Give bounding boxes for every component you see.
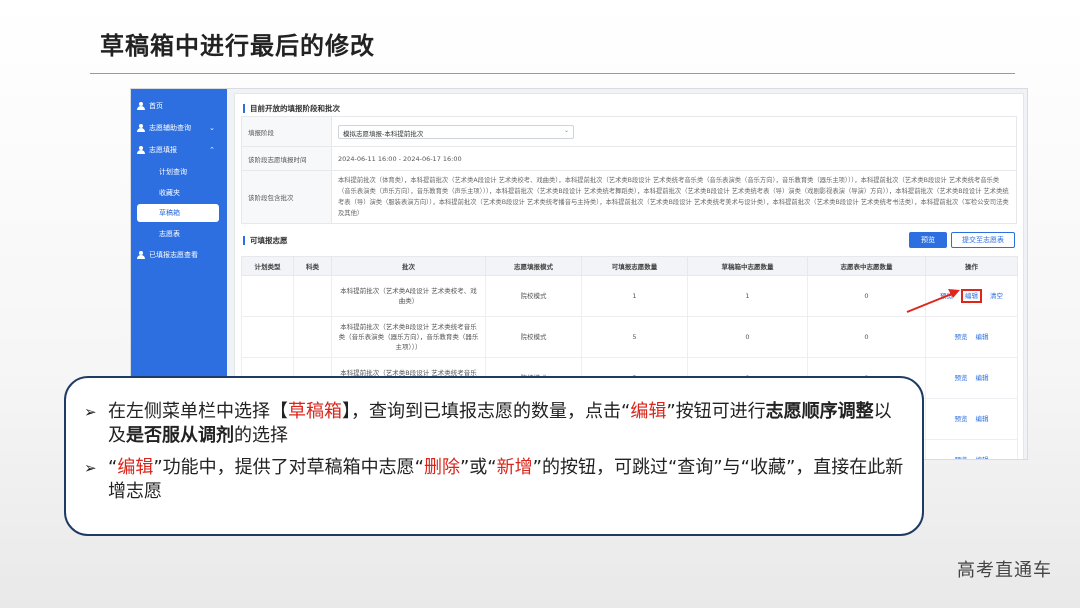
column-header: 可填报志愿数量 bbox=[581, 256, 688, 276]
highlight-edit: 编辑 bbox=[630, 401, 667, 422]
text-run: ”或“ bbox=[459, 457, 497, 478]
user-icon bbox=[137, 102, 145, 110]
sidebar-item-volunteer-table[interactable]: 志愿表 bbox=[131, 223, 227, 244]
sidebar-item-fill[interactable]: 志愿填报 ⌃ bbox=[131, 139, 227, 161]
sidebar-item-label: 志愿表 bbox=[159, 229, 180, 238]
sidebar-item-label: 首页 bbox=[149, 102, 163, 110]
column-header: 计划类型 bbox=[241, 256, 294, 276]
row-clear-link[interactable]: 清空 bbox=[990, 292, 1003, 300]
text-run: ”按钮可进行 bbox=[666, 401, 766, 422]
table-row: 本科提前批次（艺术类B段设计 艺术类统考音乐类（音乐表演类（器乐方向），音乐教育… bbox=[241, 316, 1018, 358]
preview-button[interactable]: 预览 bbox=[909, 232, 947, 248]
sidebar-item-label: 草稿箱 bbox=[159, 209, 180, 217]
table-count-cell: 0 bbox=[807, 316, 926, 358]
instruction-bullet-2: ➢ “编辑”功能中，提供了对草稿箱中志愿“删除”或“新增”的按钮，可跳过“查询”… bbox=[84, 456, 904, 504]
draft-count-cell: 1 bbox=[687, 275, 808, 317]
text-run: 在左侧菜单栏中选择【 bbox=[108, 401, 288, 422]
sidebar-item-label: 已填报志愿查看 bbox=[149, 251, 198, 259]
time-label: 该阶段志愿填报时间 bbox=[241, 146, 332, 171]
operations-cell: 预览 编辑 bbox=[925, 357, 1018, 399]
sidebar-item-plan-query[interactable]: 计划查询 bbox=[131, 161, 227, 182]
slide-title: 草稿箱中进行最后的修改 bbox=[100, 32, 375, 60]
available-count-cell: 5 bbox=[581, 316, 688, 358]
highlight-delete: 删除 bbox=[423, 457, 460, 478]
arrow-bullet-icon: ➢ bbox=[84, 403, 97, 421]
row-edit-link[interactable]: 编辑 bbox=[976, 415, 989, 423]
sidebar-item-label: 志愿填报 bbox=[149, 146, 177, 154]
column-header: 批次 bbox=[331, 256, 486, 276]
title-divider bbox=[90, 73, 1015, 74]
available-count-cell: 1 bbox=[581, 275, 688, 317]
instruction-callout: ➢ 在左侧菜单栏中选择【草稿箱】，查询到已填报志愿的数量，点击“编辑”按钮可进行… bbox=[64, 376, 924, 536]
bold-order-adjust: 志愿顺序调整 bbox=[765, 401, 874, 422]
text-run: ”功能中，提供了对草稿箱中志愿“ bbox=[153, 457, 424, 478]
table-row: 本科提前批次（艺术类A段设计 艺术类校考、戏曲类） 院校模式 1 1 0 预览编… bbox=[241, 275, 1018, 317]
bold-obey-adjustment: 是否服从调剂 bbox=[126, 425, 234, 446]
row-edit-link[interactable]: 编辑 bbox=[976, 333, 989, 341]
chevron-down-icon: ⌄ bbox=[209, 124, 215, 132]
sidebar-item-drafts[interactable]: 草稿箱 bbox=[137, 204, 219, 222]
row-edit-link[interactable]: 编辑 bbox=[961, 289, 982, 303]
annotation-arrow-icon bbox=[906, 289, 960, 313]
operations-cell: 预览 编辑 bbox=[925, 439, 1018, 459]
sidebar-item-label: 计划查询 bbox=[159, 167, 187, 176]
mode-cell: 院校模式 bbox=[485, 316, 582, 358]
operations-cell: 预览 编辑 bbox=[925, 398, 1018, 440]
instruction-bullet-1: ➢ 在左侧菜单栏中选择【草稿箱】，查询到已填报志愿的数量，点击“编辑”按钮可进行… bbox=[84, 400, 904, 448]
text-run: “ bbox=[108, 457, 118, 478]
arrow-bullet-icon: ➢ bbox=[84, 459, 97, 477]
section-title-available: 可填报志愿 bbox=[243, 236, 288, 245]
column-header: 草稿箱中志愿数量 bbox=[687, 256, 808, 276]
stage-label: 填报阶段 bbox=[241, 116, 332, 147]
stage-select[interactable]: 模拟志愿填报-本科提前批次 ⌄ bbox=[338, 124, 574, 139]
column-header: 志愿表中志愿数量 bbox=[807, 256, 926, 276]
text-run: 的选择 bbox=[234, 425, 288, 446]
row-edit-link[interactable]: 编辑 bbox=[976, 374, 989, 382]
batch-value: 本科提前批次（体育类），本科提前批次（艺术类A段设计 艺术类校考、戏曲类），本科… bbox=[331, 170, 1017, 224]
sidebar-item-home[interactable]: 首页 bbox=[131, 95, 227, 117]
batch-cell: 本科提前批次（艺术类B段设计 艺术类统考音乐类（音乐表演类（器乐方向），音乐教育… bbox=[331, 316, 486, 358]
operations-cell: 预览 编辑 bbox=[925, 316, 1018, 358]
row-preview-link[interactable]: 预览 bbox=[955, 333, 968, 341]
chevron-up-icon: ⌃ bbox=[209, 146, 215, 154]
chevron-down-icon: ⌄ bbox=[563, 126, 569, 134]
highlight-edit: 编辑 bbox=[117, 457, 154, 478]
sidebar-item-submitted[interactable]: 已填报志愿查看 bbox=[131, 244, 227, 266]
row-preview-link[interactable]: 预览 bbox=[955, 415, 968, 423]
user-icon bbox=[137, 124, 145, 132]
submit-to-table-button[interactable]: 提交至志愿表 bbox=[951, 232, 1015, 248]
sidebar-item-query[interactable]: 志愿辅助查询 ⌄ bbox=[131, 117, 227, 139]
sidebar-item-label: 收藏夹 bbox=[159, 188, 180, 197]
time-value: 2024-06-11 16:00 - 2024-06-17 16:00 bbox=[331, 146, 1017, 171]
row-edit-link[interactable]: 编辑 bbox=[976, 456, 989, 459]
user-icon bbox=[137, 146, 145, 154]
sidebar-item-label: 志愿辅助查询 bbox=[149, 124, 191, 132]
sidebar-item-favorites[interactable]: 收藏夹 bbox=[131, 182, 227, 203]
row-preview-link[interactable]: 预览 bbox=[955, 374, 968, 382]
batch-cell: 本科提前批次（艺术类A段设计 艺术类校考、戏曲类） bbox=[331, 275, 486, 317]
user-icon bbox=[137, 251, 145, 259]
row-preview-link[interactable]: 预览 bbox=[955, 456, 968, 459]
highlight-add: 新增 bbox=[496, 457, 533, 478]
batch-label: 该阶段包含批次 bbox=[241, 170, 332, 224]
stage-info-table: 填报阶段 模拟志愿填报-本科提前批次 ⌄ 该阶段志愿填报时间 2024-06-1… bbox=[241, 116, 1017, 224]
column-header: 科类 bbox=[293, 256, 332, 276]
highlight-drafts: 草稿箱 bbox=[288, 401, 342, 422]
text-run: 】，查询到已填报志愿的数量，点击“ bbox=[342, 401, 631, 422]
stage-select-value: 模拟志愿填报-本科提前批次 bbox=[343, 129, 424, 138]
column-header: 志愿填报模式 bbox=[485, 256, 582, 276]
mode-cell: 院校模式 bbox=[485, 275, 582, 317]
section-title-open-stages: 目前开放的填报阶段和批次 bbox=[243, 104, 340, 113]
column-header: 操作 bbox=[925, 256, 1018, 276]
watermark: 高考直通车 bbox=[957, 560, 1052, 581]
draft-count-cell: 0 bbox=[687, 316, 808, 358]
